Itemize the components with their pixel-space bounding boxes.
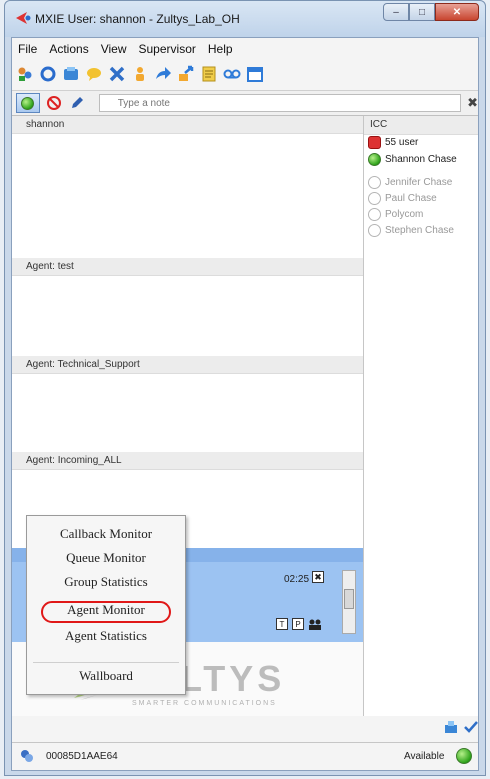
phone-book-icon[interactable] (62, 65, 80, 83)
contact-item[interactable]: Jennifer Chase (368, 176, 452, 189)
offline-icon (368, 176, 381, 189)
notes-icon[interactable] (200, 65, 218, 83)
menu-group-statistics[interactable]: Group Statistics (27, 574, 185, 590)
contact-item[interactable]: Shannon Chase (368, 153, 457, 166)
contact-name: Jennifer Chase (385, 177, 453, 188)
text-icon[interactable]: T (276, 618, 288, 630)
settings-icon[interactable] (39, 65, 57, 83)
device-id: 00085D1AAE64 (46, 751, 118, 762)
transfer-icon[interactable] (177, 65, 195, 83)
section-header[interactable]: Agent: Incoming_ALL (12, 452, 363, 470)
clear-note-button[interactable]: ✖ (467, 95, 478, 111)
window-title: MXIE User: shannon - Zultys_Lab_OH (35, 12, 240, 26)
phone-settings-icon[interactable] (444, 720, 458, 734)
contact-item[interactable]: 55 user (368, 136, 418, 149)
presence-button[interactable] (16, 93, 40, 113)
contacts-icon[interactable] (16, 65, 34, 83)
available-icon (368, 153, 381, 166)
toolbar (12, 60, 478, 88)
do-not-disturb-icon[interactable] (46, 94, 64, 112)
contact-item[interactable]: Polycom (368, 208, 423, 221)
section-header[interactable]: Agent: Technical_Support (12, 356, 363, 374)
section-agent-test: Agent: test (12, 258, 363, 276)
contact-name: 55 user (385, 137, 419, 148)
close-button[interactable]: ✕ (435, 3, 479, 21)
window-controls: – □ ✕ (383, 3, 479, 23)
call-timer: 02:25 (284, 574, 310, 585)
maximize-button[interactable]: □ (409, 3, 435, 21)
forward-icon[interactable] (154, 65, 172, 83)
note-input[interactable] (98, 94, 462, 112)
client-area: File Actions View Supervisor Help ✖ (11, 37, 479, 771)
bottom-actions (438, 720, 478, 734)
contacts-header[interactable]: ICC (364, 116, 478, 135)
menu-agent-statistics[interactable]: Agent Statistics (27, 628, 185, 644)
scroll-thumb[interactable] (344, 589, 354, 609)
presence-status-label: Available (404, 751, 445, 762)
contact-item[interactable]: Stephen Chase (368, 224, 454, 237)
available-status-icon[interactable] (456, 748, 472, 764)
park-icon[interactable]: P (292, 618, 304, 630)
chat-icon[interactable] (85, 65, 103, 83)
menu-file[interactable]: File (12, 42, 43, 56)
calendar-icon[interactable] (246, 65, 264, 83)
delete-icon[interactable] (108, 65, 126, 83)
section-agent-technical-support: Agent: Technical_Support (12, 356, 363, 374)
section-agent-incoming-all: Agent: Incoming_ALL (12, 452, 363, 470)
pencil-icon[interactable] (68, 94, 86, 112)
menu-callback-monitor[interactable]: Callback Monitor (27, 526, 185, 542)
section-shannon: shannon (12, 116, 363, 134)
call-actions: T P (276, 618, 327, 630)
status-note-bar: ✖ (12, 90, 478, 116)
agent-monitor-highlight-circle (41, 601, 171, 623)
menu-view[interactable]: View (95, 42, 133, 56)
minimize-button[interactable]: – (383, 3, 409, 21)
available-icon (21, 96, 35, 110)
call-scrollbar[interactable] (342, 570, 356, 634)
offline-icon (368, 192, 381, 205)
app-icon (16, 12, 31, 24)
menu-wallboard[interactable]: Wallboard (27, 668, 185, 684)
menu-help[interactable]: Help (202, 42, 239, 56)
menu-separator (33, 662, 179, 663)
menu-supervisor[interactable]: Supervisor (133, 42, 202, 56)
menu-queue-monitor[interactable]: Queue Monitor (27, 550, 185, 566)
presence-icon[interactable] (131, 65, 149, 83)
end-call-button[interactable]: ✖ (312, 571, 324, 583)
menu-actions[interactable]: Actions (43, 42, 94, 56)
contact-item[interactable]: Paul Chase (368, 192, 437, 205)
checkmark-icon[interactable] (464, 720, 478, 734)
zultys-logo-tagline: SMARTER COMMUNICATIONS (132, 700, 277, 707)
contact-name: Shannon Chase (385, 154, 457, 165)
offline-icon (368, 208, 381, 221)
offline-icon (368, 224, 381, 237)
section-header[interactable]: Agent: test (12, 258, 363, 276)
contacts-panel: ICC 55 user Shannon Chase Jennifer Chase… (364, 116, 478, 716)
contact-name: Stephen Chase (385, 225, 454, 236)
app-window: MXIE User: shannon - Zultys_Lab_OH – □ ✕… (4, 0, 486, 776)
network-icon (21, 750, 33, 762)
contact-name: Paul Chase (385, 193, 437, 204)
status-bar: 00085D1AAE64 Available (12, 742, 478, 770)
title-bar[interactable]: MXIE User: shannon - Zultys_Lab_OH – □ ✕ (5, 1, 485, 37)
supervisor-context-menu: Callback Monitor Queue Monitor Group Sta… (26, 515, 186, 695)
menu-bar: File Actions View Supervisor Help (12, 38, 478, 60)
section-header[interactable]: shannon (12, 116, 363, 134)
agents-icon[interactable] (308, 618, 322, 630)
busy-phone-icon (368, 136, 381, 149)
voicemail-icon[interactable] (223, 65, 241, 83)
contact-name: Polycom (385, 209, 424, 220)
